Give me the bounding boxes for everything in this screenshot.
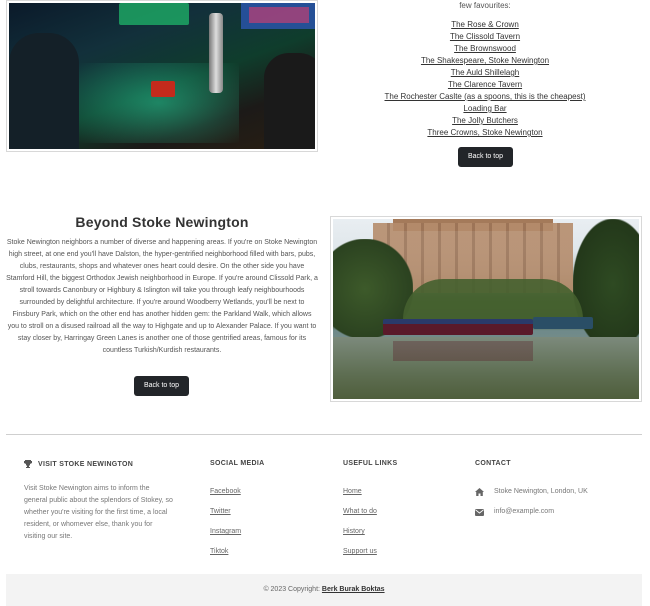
home-icon: [475, 488, 484, 496]
contact-address-text: Stoke Newington, London, UK: [494, 488, 588, 495]
pub-link[interactable]: The Rochester Caslte (as a spoons, this …: [385, 92, 586, 101]
pub-link[interactable]: The Shakespeare, Stoke Newington: [421, 56, 549, 65]
footer-about: VISIT STOKE NEWINGTON Visit Stoke Newing…: [24, 460, 174, 543]
home-link[interactable]: Home: [343, 488, 362, 495]
footer-about-text: Visit Stoke Newington aims to inform the…: [24, 485, 173, 540]
instagram-link[interactable]: Instagram: [210, 528, 241, 535]
favourite-pubs-list: The Rose & Crown The Clissold Tavern The…: [330, 19, 640, 139]
author-link[interactable]: Berk Burak Boktas: [322, 586, 385, 593]
useful-links: Home What to do History Support us: [343, 482, 397, 562]
pub-link[interactable]: The Brownswood: [454, 44, 516, 53]
support-us-link[interactable]: Support us: [343, 548, 377, 555]
footer-useful-heading: USEFUL LINKS: [343, 460, 398, 467]
section-title: Beyond Stoke Newington: [75, 214, 249, 230]
twitter-link[interactable]: Twitter: [210, 508, 231, 515]
envelope-icon: [475, 508, 484, 516]
footer-contact-heading: CONTACT: [475, 460, 511, 467]
what-to-do-link[interactable]: What to do: [343, 508, 377, 515]
contact-email: info@example.com: [475, 502, 588, 522]
tiktok-link[interactable]: Tiktok: [210, 548, 228, 555]
favourites-intro: few favourites:: [459, 1, 511, 10]
favourite-pubs-section: few favourites: The Rose & Crown The Cli…: [330, 0, 640, 139]
footer-contact: CONTACT Stoke Newington, London, UK info…: [475, 460, 588, 522]
pub-link[interactable]: The Rose & Crown: [451, 20, 519, 29]
footer-social-heading: SOCIAL MEDIA: [210, 460, 265, 467]
pub-link[interactable]: The Auld Shillelagh: [451, 68, 520, 77]
trophy-icon: [24, 460, 32, 468]
contact-email-text: info@example.com: [494, 508, 555, 515]
footer-useful: USEFUL LINKS Home What to do History Sup…: [343, 460, 397, 562]
footer-social: SOCIAL MEDIA Facebook Twitter Instagram …: [210, 460, 264, 562]
copyright-bar: © 2023 Copyright: Berk Burak Boktas: [6, 574, 642, 606]
footer-divider: [6, 434, 642, 435]
back-to-top-button[interactable]: Back to top: [134, 376, 189, 396]
section-body: Stoke Newington neighbors a number of di…: [6, 239, 318, 354]
pub-link[interactable]: The Clissold Tavern: [450, 32, 520, 41]
pub-link[interactable]: Three Crowns, Stoke Newington: [427, 128, 542, 137]
back-to-top-button[interactable]: Back to top: [458, 147, 513, 167]
contact-list: Stoke Newington, London, UK info@example…: [475, 482, 588, 522]
pub-bar-photo: [6, 0, 318, 152]
footer-about-heading: VISIT STOKE NEWINGTON: [38, 460, 134, 468]
copyright-prefix: © 2023 Copyright:: [263, 586, 320, 593]
pub-link[interactable]: The Clarence Tavern: [448, 80, 522, 89]
social-links: Facebook Twitter Instagram Tiktok: [210, 482, 264, 562]
history-link[interactable]: History: [343, 528, 365, 535]
facebook-link[interactable]: Facebook: [210, 488, 241, 495]
pub-link[interactable]: Loading Bar: [463, 104, 506, 113]
contact-address: Stoke Newington, London, UK: [475, 482, 588, 502]
pub-link[interactable]: The Jolly Butchers: [452, 116, 518, 125]
canal-photo: [330, 216, 642, 402]
